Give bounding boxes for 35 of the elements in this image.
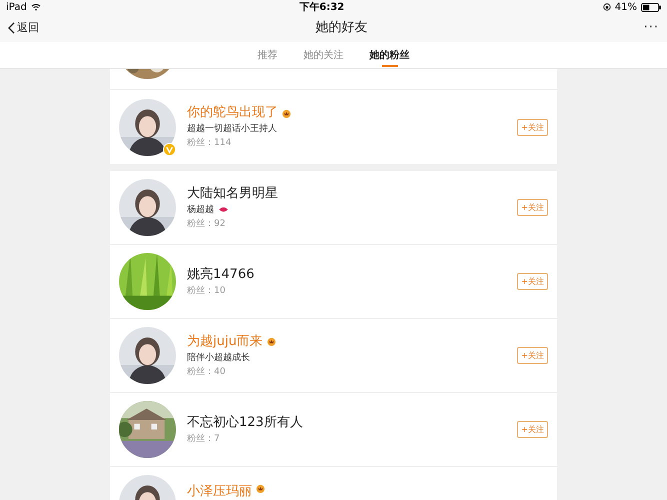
wifi-icon bbox=[30, 3, 41, 11]
tab[interactable]: 她的粉丝 bbox=[370, 42, 410, 69]
fans-count: 粉丝：92 bbox=[187, 218, 226, 230]
clock: 下午6:32 bbox=[299, 0, 344, 14]
tab[interactable]: 她的关注 bbox=[304, 42, 344, 69]
follow-button[interactable]: +关注 bbox=[517, 347, 548, 364]
fans-count: 粉丝：10 bbox=[187, 284, 226, 298]
user-name[interactable]: 姚亮14766 bbox=[187, 266, 254, 284]
user-name[interactable]: 大陆知名男明星 bbox=[187, 184, 278, 202]
follow-button[interactable]: +关注 bbox=[517, 118, 548, 136]
tab[interactable]: 推荐 bbox=[258, 42, 278, 69]
follow-button[interactable]: +关注 bbox=[517, 273, 548, 290]
fans-count: 粉丝：7 bbox=[187, 432, 221, 446]
back-button[interactable]: 返回 bbox=[8, 20, 39, 36]
page-title: 她的好友 bbox=[315, 19, 368, 38]
user-name[interactable]: 小泽压玛丽 bbox=[187, 483, 252, 500]
follow-button[interactable]: +关注 bbox=[517, 421, 548, 438]
more-button[interactable]: ··· bbox=[644, 18, 659, 38]
crown-emoji-icon bbox=[266, 337, 276, 346]
crown-emoji-icon bbox=[282, 108, 291, 118]
device-name: iPad bbox=[6, 0, 27, 14]
battery-icon bbox=[640, 2, 661, 12]
user-name[interactable]: 不忘初心123所有人 bbox=[187, 414, 303, 432]
follow-button[interactable]: +关注 bbox=[517, 199, 548, 216]
battery-percentage: 41% bbox=[614, 0, 637, 14]
user-bio: 超越一切超话小王持人 bbox=[187, 122, 277, 136]
user-bio: 杨超越 bbox=[187, 204, 214, 216]
back-icon bbox=[8, 22, 15, 34]
crown-emoji-icon bbox=[256, 484, 265, 492]
fans-count: 粉丝：40 bbox=[187, 366, 226, 378]
user-bio: 陪伴小超越成长 bbox=[187, 352, 250, 364]
lock-rotation-icon bbox=[602, 3, 611, 11]
user-name[interactable]: 为越juju而来 bbox=[187, 332, 263, 350]
fans-count: 粉丝：114 bbox=[187, 136, 232, 150]
user-name[interactable]: 你的鸵鸟出现了 bbox=[187, 104, 278, 122]
